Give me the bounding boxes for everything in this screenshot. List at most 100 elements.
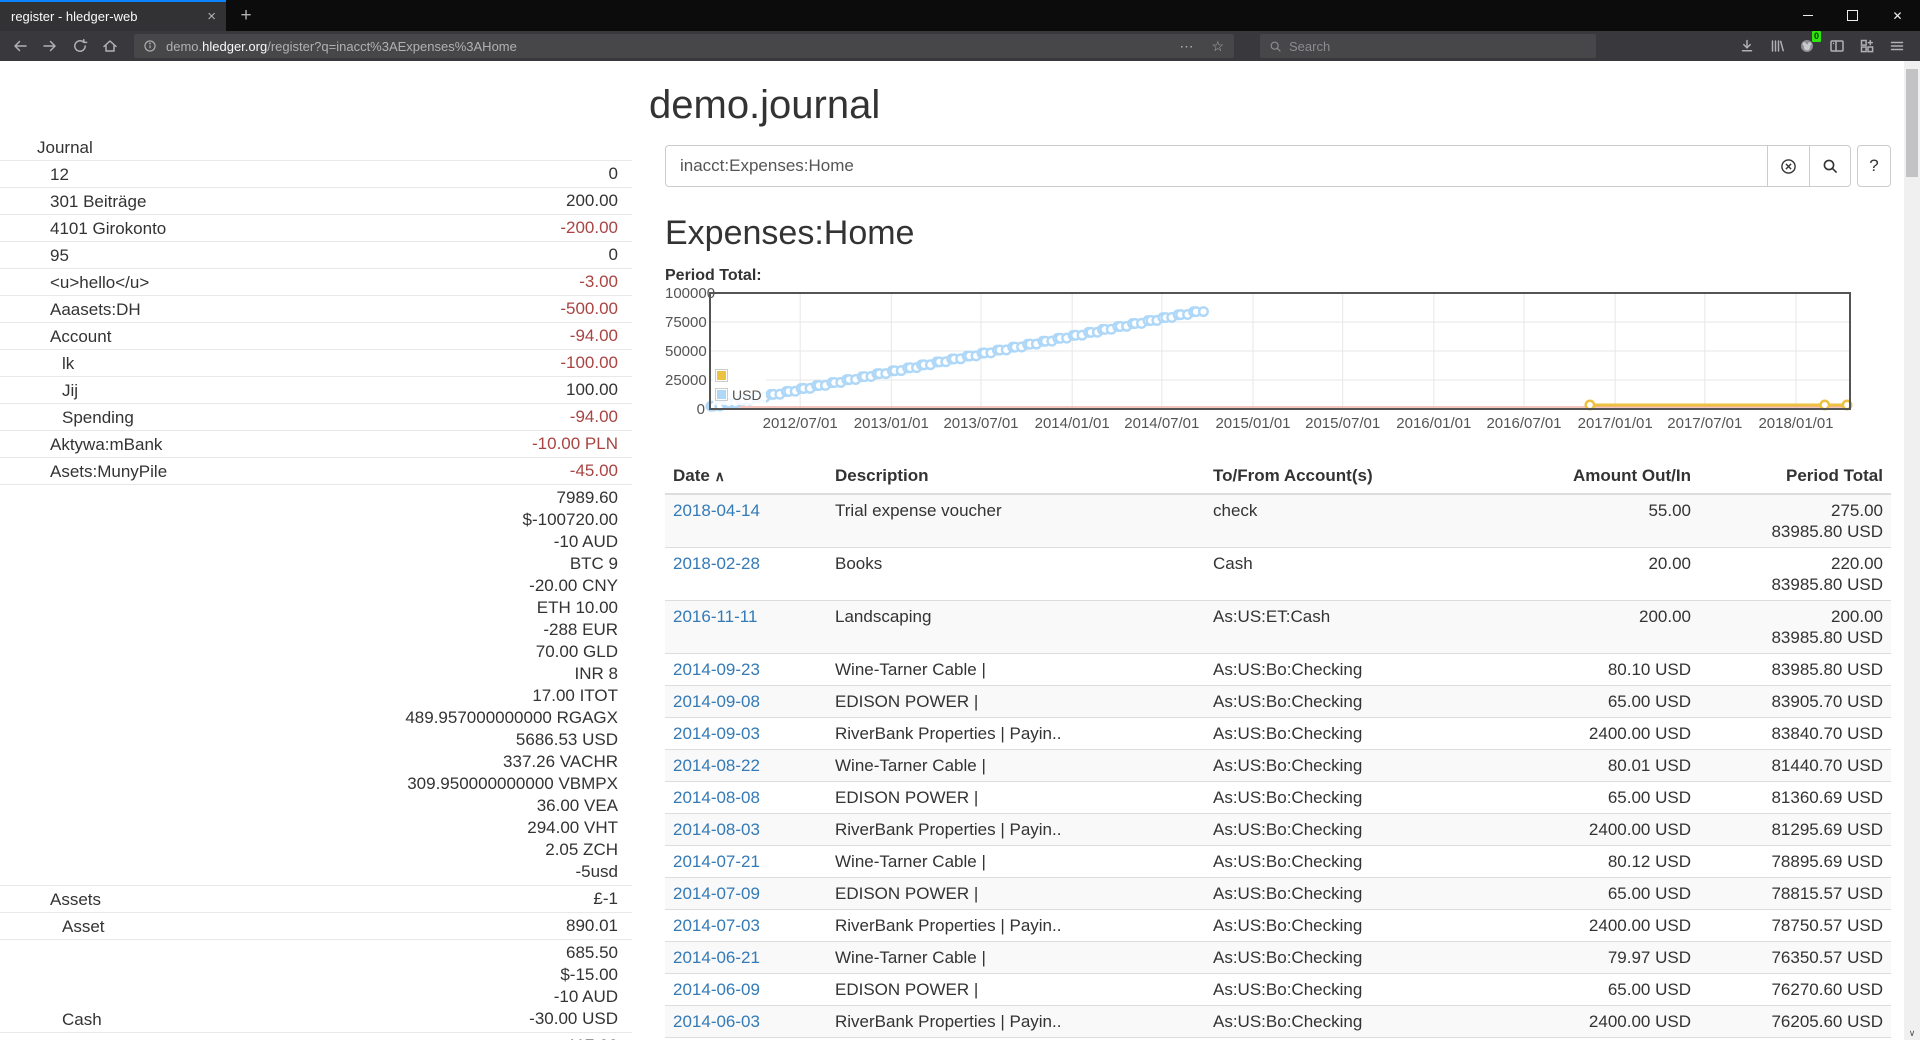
register-row[interactable]: 2014-07-09EDISON POWER |As:US:Bo:Checkin… bbox=[665, 878, 1891, 910]
transaction-account: As:US:Bo:Checking bbox=[1205, 782, 1505, 814]
back-button[interactable] bbox=[6, 33, 34, 59]
extension-greasemonkey-button[interactable]: 0 bbox=[1792, 33, 1822, 59]
transaction-account: As:US:Bo:Checking bbox=[1205, 686, 1505, 718]
transaction-date-link[interactable]: 2014-08-22 bbox=[673, 756, 760, 775]
download-icon bbox=[1739, 38, 1755, 54]
search-placeholder: Search bbox=[1289, 39, 1330, 54]
sidebars-icon bbox=[1829, 38, 1845, 54]
sidebar-account-12[interactable]: 12 bbox=[0, 164, 609, 185]
register-row[interactable]: 2014-08-22Wine-Tarner Cable |As:US:Bo:Ch… bbox=[665, 750, 1891, 782]
library-icon bbox=[1769, 38, 1785, 54]
maximize-button[interactable] bbox=[1830, 0, 1875, 31]
sidebar-account-balance: -45.00 bbox=[570, 460, 618, 482]
transaction-description: RiverBank Properties | Payin.. bbox=[827, 718, 1205, 750]
forward-button[interactable] bbox=[36, 33, 64, 59]
page-scrollbar[interactable]: ∨ bbox=[1904, 61, 1920, 1040]
close-button[interactable]: ✕ bbox=[1875, 0, 1920, 31]
scrollbar-thumb[interactable] bbox=[1906, 69, 1918, 177]
sidebar-account-95[interactable]: 95 bbox=[0, 245, 609, 266]
bookmark-star-icon[interactable]: ☆ bbox=[1201, 38, 1234, 55]
header-date[interactable]: Date ∧ bbox=[665, 459, 827, 494]
transaction-date-link[interactable]: 2014-09-03 bbox=[673, 724, 760, 743]
help-button[interactable]: ? bbox=[1857, 145, 1891, 187]
sidebar-account-jij[interactable]: Jij bbox=[0, 380, 566, 401]
transaction-account: As:US:Bo:Checking bbox=[1205, 814, 1505, 846]
register-row[interactable]: 2014-06-09EDISON POWER |As:US:Bo:Checkin… bbox=[665, 974, 1891, 1006]
sidebar-account-asets-munypile[interactable]: Asets:MunyPile bbox=[0, 461, 570, 482]
sidebar-account-asset[interactable]: Asset bbox=[0, 916, 566, 937]
transaction-date-link[interactable]: 2014-09-23 bbox=[673, 660, 760, 679]
register-row[interactable]: 2014-06-03RiverBank Properties | Payin..… bbox=[665, 1006, 1891, 1038]
scrollbar-down-arrow[interactable]: ∨ bbox=[1904, 1028, 1920, 1039]
sidebar-accounts: Journal120301 Beiträge200.004101 Girokon… bbox=[0, 135, 632, 1040]
transaction-date-link[interactable]: 2014-06-21 bbox=[673, 948, 760, 967]
screenshots-grid-button[interactable] bbox=[1852, 33, 1882, 59]
browser-search-bar[interactable]: Search bbox=[1260, 34, 1596, 58]
home-button[interactable] bbox=[96, 33, 124, 59]
register-row[interactable]: 2014-06-21Wine-Tarner Cable |As:US:Bo:Ch… bbox=[665, 942, 1891, 974]
sidebar-account-spending[interactable]: Spending bbox=[0, 407, 570, 428]
browser-tab[interactable]: register - hledger-web × bbox=[0, 0, 226, 31]
sidebar-account-row: Asset890.01 bbox=[0, 912, 632, 939]
library-button[interactable] bbox=[1762, 33, 1792, 59]
minimize-button[interactable] bbox=[1785, 0, 1830, 31]
transaction-date-link[interactable]: 2014-08-03 bbox=[673, 820, 760, 839]
sidebar-account-4101-girokonto[interactable]: 4101 Girokonto bbox=[0, 218, 560, 239]
transaction-date-link[interactable]: 2014-06-03 bbox=[673, 1012, 760, 1031]
search-button[interactable] bbox=[1809, 145, 1851, 187]
transaction-account: As:US:Bo:Checking bbox=[1205, 974, 1505, 1006]
sidebar-account--u-hello-u-[interactable]: <u>hello</u> bbox=[0, 272, 579, 293]
transaction-date-link[interactable]: 2014-07-09 bbox=[673, 884, 760, 903]
transaction-date-link[interactable]: 2014-08-08 bbox=[673, 788, 760, 807]
reload-button[interactable] bbox=[66, 33, 94, 59]
url-text: demo.hledger.org/register?q=inacct%3AExp… bbox=[166, 39, 517, 54]
sidebar-account-account[interactable]: Account bbox=[0, 326, 570, 347]
transaction-amount: 65.00 USD bbox=[1505, 974, 1699, 1006]
transaction-date-link[interactable]: 2014-09-08 bbox=[673, 692, 760, 711]
register-row[interactable]: 2014-08-03RiverBank Properties | Payin..… bbox=[665, 814, 1891, 846]
register-row[interactable]: 2014-09-23Wine-Tarner Cable |As:US:Bo:Ch… bbox=[665, 654, 1891, 686]
account-heading: Expenses:Home bbox=[665, 214, 1891, 253]
transaction-description: EDISON POWER | bbox=[827, 782, 1205, 814]
sidebar-account-balance: -3.00 bbox=[579, 271, 618, 293]
menu-button[interactable] bbox=[1882, 33, 1912, 59]
sidebar-account-aktywa-mbank[interactable]: Aktywa:mBank bbox=[0, 434, 532, 455]
transaction-date-link[interactable]: 2014-07-03 bbox=[673, 916, 760, 935]
sidebar-account-cash[interactable]: Cash bbox=[0, 1009, 529, 1030]
site-info-icon[interactable] bbox=[143, 39, 157, 53]
sidebar-account-assets[interactable]: Assets bbox=[0, 889, 593, 910]
magnifier-icon bbox=[1822, 158, 1839, 175]
sidebar-account-aaasets-dh[interactable]: Aaasets:DH bbox=[0, 299, 560, 320]
transaction-date-link[interactable]: 2016-11-11 bbox=[673, 607, 757, 626]
query-input[interactable] bbox=[665, 145, 1767, 187]
transaction-account: As:US:Bo:Checking bbox=[1205, 718, 1505, 750]
sidebar-account-301-beitr-ge[interactable]: 301 Beiträge bbox=[0, 191, 566, 212]
transaction-date-link[interactable]: 2014-06-09 bbox=[673, 980, 760, 999]
register-row[interactable]: 2014-09-08EDISON POWER |As:US:Bo:Checkin… bbox=[665, 686, 1891, 718]
transaction-date-link[interactable]: 2018-04-14 bbox=[673, 501, 760, 520]
register-row[interactable]: 2016-11-11LandscapingAs:US:ET:Cash200.00… bbox=[665, 601, 1891, 654]
register-row[interactable]: 2018-04-14Trial expense vouchercheck55.0… bbox=[665, 494, 1891, 548]
register-row[interactable]: 2014-08-08 EDISON POWER |As:US:Bo:Checkin… bbox=[665, 782, 1891, 814]
url-bar[interactable]: demo.hledger.org/register?q=inacct%3AExp… bbox=[134, 34, 1234, 58]
register-row[interactable]: 2018-02-28BooksCash20.00220.0083985.80 U… bbox=[665, 548, 1891, 601]
sidebar-account-journal[interactable]: Journal bbox=[0, 137, 618, 158]
transaction-description: Wine-Tarner Cable | bbox=[827, 654, 1205, 686]
clear-query-button[interactable] bbox=[1767, 145, 1809, 187]
page-actions-icon[interactable]: ⋯ bbox=[1172, 38, 1201, 55]
register-row[interactable]: 2014-07-03RiverBank Properties | Payin..… bbox=[665, 910, 1891, 942]
sidebar-account-lk[interactable]: lk bbox=[0, 353, 560, 374]
x-axis-tick-label: 2013/01/01 bbox=[846, 415, 936, 432]
x-axis-tick-label: 2014/01/01 bbox=[1027, 415, 1117, 432]
new-tab-button[interactable]: + bbox=[232, 0, 260, 31]
transaction-date-link[interactable]: 2018-02-28 bbox=[673, 554, 760, 573]
sidebars-button[interactable] bbox=[1822, 33, 1852, 59]
tab-close-icon[interactable]: × bbox=[197, 8, 226, 25]
register-row[interactable]: 2014-07-21Wine-Tarner Cable |As:US:Bo:Ch… bbox=[665, 846, 1891, 878]
download-button[interactable] bbox=[1732, 33, 1762, 59]
sidebar-account-row: 120 bbox=[0, 160, 632, 187]
register-row[interactable]: 2014-09-03 RiverBank Properties | Payin..… bbox=[665, 718, 1891, 750]
transaction-period-total: 81295.69 USD bbox=[1699, 814, 1891, 846]
reload-icon bbox=[72, 38, 88, 54]
transaction-date-link[interactable]: 2014-07-21 bbox=[673, 852, 760, 871]
